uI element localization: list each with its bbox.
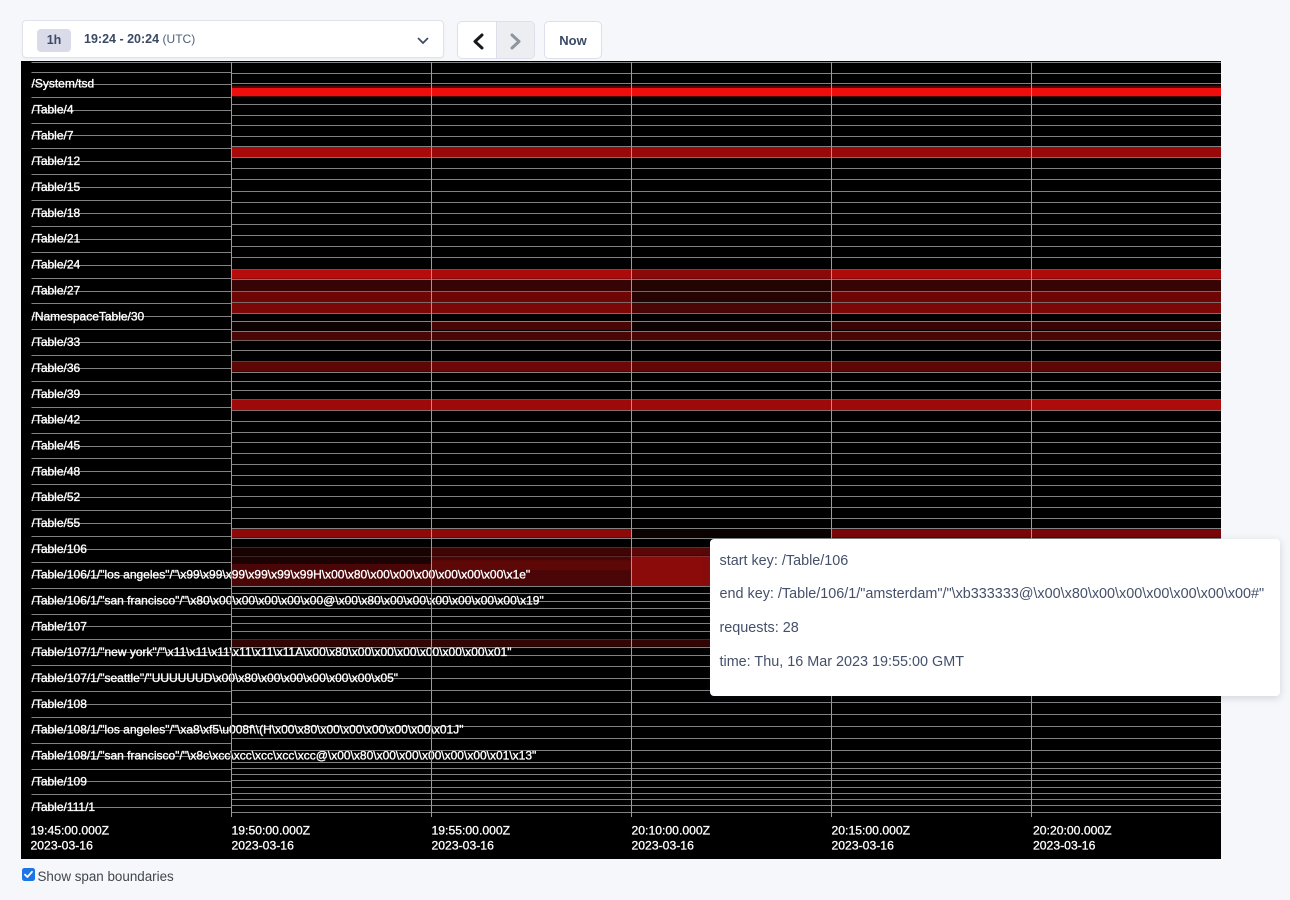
svg-text:/Table/106/1/"san francisco"/": /Table/106/1/"san francisco"/"\x80\x00\x… bbox=[32, 594, 544, 608]
svg-text:/Table/55: /Table/55 bbox=[32, 516, 81, 530]
svg-text:/Table/33: /Table/33 bbox=[32, 335, 81, 349]
svg-text:/Table/39: /Table/39 bbox=[32, 387, 81, 401]
svg-text:/Table/108/1/"san francisco"/": /Table/108/1/"san francisco"/"\x8c\xcc\x… bbox=[32, 749, 537, 763]
svg-text:/Table/12: /Table/12 bbox=[32, 154, 81, 168]
svg-text:20:10:00.000Z: 20:10:00.000Z bbox=[632, 824, 711, 838]
svg-text:/Table/4: /Table/4 bbox=[32, 103, 74, 117]
svg-text:/Table/109: /Table/109 bbox=[32, 774, 88, 788]
svg-text:/Table/7: /Table/7 bbox=[32, 128, 74, 142]
svg-text:/Table/106: /Table/106 bbox=[32, 542, 88, 556]
svg-text:20:20:00.000Z: 20:20:00.000Z bbox=[1033, 824, 1112, 838]
svg-text:/Table/107/1/"seattle"/"UUUUUU: /Table/107/1/"seattle"/"UUUUUUD\x00\x80\… bbox=[32, 671, 399, 685]
svg-text:/Table/106/1/"los angeles"/"\x: /Table/106/1/"los angeles"/"\x99\x99\x99… bbox=[32, 568, 531, 582]
svg-text:/Table/45: /Table/45 bbox=[32, 439, 81, 453]
svg-text:19:50:00.000Z: 19:50:00.000Z bbox=[232, 824, 311, 838]
svg-text:/NamespaceTable/30: /NamespaceTable/30 bbox=[32, 309, 145, 323]
svg-text:/Table/52: /Table/52 bbox=[32, 490, 81, 504]
svg-text:19:45:00.000Z: 19:45:00.000Z bbox=[31, 824, 110, 838]
svg-text:/Table/27: /Table/27 bbox=[32, 283, 81, 297]
svg-text:/System/tsd: /System/tsd bbox=[32, 77, 95, 91]
svg-text:2023-03-16: 2023-03-16 bbox=[632, 839, 695, 853]
svg-text:2023-03-16: 2023-03-16 bbox=[232, 839, 295, 853]
svg-text:2023-03-16: 2023-03-16 bbox=[432, 839, 495, 853]
svg-text:/Table/107/1/"new york"/"\x11\: /Table/107/1/"new york"/"\x11\x11\x11\x1… bbox=[32, 645, 512, 659]
svg-text:2023-03-16: 2023-03-16 bbox=[832, 839, 895, 853]
svg-text:2023-03-16: 2023-03-16 bbox=[31, 839, 94, 853]
svg-text:/Table/24: /Table/24 bbox=[32, 258, 81, 272]
svg-text:2023-03-16: 2023-03-16 bbox=[1033, 839, 1096, 853]
svg-text:/Table/48: /Table/48 bbox=[32, 464, 81, 478]
svg-text:/Table/36: /Table/36 bbox=[32, 361, 81, 375]
svg-text:/Table/108: /Table/108 bbox=[32, 697, 88, 711]
svg-text:/Table/107: /Table/107 bbox=[32, 619, 88, 633]
svg-text:/Table/21: /Table/21 bbox=[32, 232, 81, 246]
svg-text:20:15:00.000Z: 20:15:00.000Z bbox=[832, 824, 911, 838]
svg-text:/Table/18: /Table/18 bbox=[32, 206, 81, 220]
svg-text:/Table/42: /Table/42 bbox=[32, 413, 81, 427]
svg-text:/Table/15: /Table/15 bbox=[32, 180, 81, 194]
svg-text:19:55:00.000Z: 19:55:00.000Z bbox=[432, 824, 511, 838]
svg-text:/Table/108/1/"los angeles"/"\x: /Table/108/1/"los angeles"/"\xa8\xf5\u00… bbox=[32, 723, 464, 737]
svg-text:/Table/111/1: /Table/111/1 bbox=[32, 800, 96, 814]
